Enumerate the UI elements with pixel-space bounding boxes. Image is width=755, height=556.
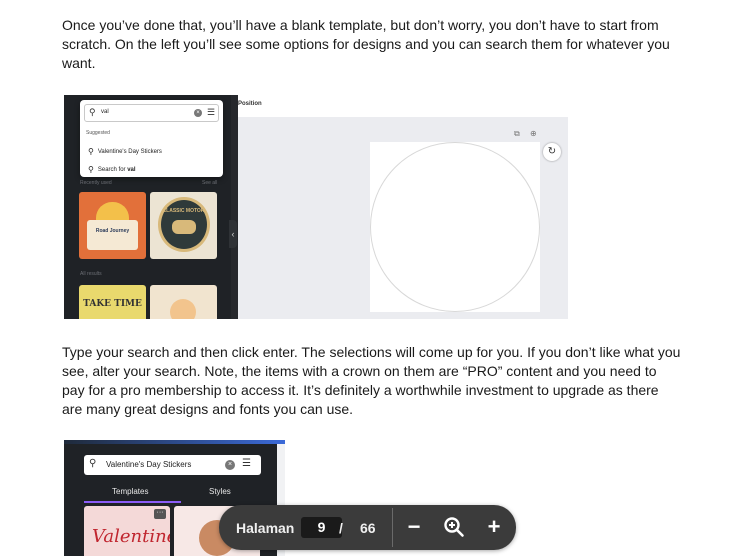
template-thumbnail[interactable]: [150, 285, 217, 319]
all-results-label: All results: [80, 271, 102, 277]
template-thumbnail[interactable]: Road Journey: [79, 192, 146, 259]
position-button[interactable]: Position: [238, 101, 262, 107]
tab-templates[interactable]: Templates: [112, 487, 148, 496]
filter-icon[interactable]: ☰: [207, 107, 215, 118]
search-dropdown: ⚲ val × ☰ Suggested ⚲ Valentine's Day Sti…: [80, 100, 223, 177]
collapse-handle[interactable]: ‹: [229, 220, 237, 248]
suggestion-item[interactable]: ⚲ Search for val: [88, 165, 136, 174]
template-card[interactable]: ··· Valentine: [84, 506, 170, 556]
template-thumbnail[interactable]: TAKE TIME: [79, 285, 146, 319]
search-input[interactable]: ⚲ val × ☰: [84, 104, 219, 122]
suggestion-item[interactable]: ⚲ Valentine's Day Stickers: [88, 147, 162, 156]
circle-frame: [370, 142, 540, 312]
canva-screenshot-search: ⚲ val × ☰ Suggested ⚲ Valentine's Day Sti…: [64, 95, 568, 319]
panel-edge: [231, 95, 238, 319]
search-value: val: [101, 109, 109, 115]
active-tab-indicator: [84, 501, 181, 503]
search-icon: ⚲: [89, 107, 96, 117]
motor-shape: [172, 220, 196, 234]
divider: [392, 508, 393, 547]
search-icon: ⚲: [88, 147, 94, 156]
thumbnail-text: TAKE TIME: [83, 299, 142, 309]
thumbnail-text: CLASSIC MOTOR: [162, 208, 205, 214]
suggested-heading: Suggested: [86, 130, 110, 136]
plus-icon[interactable]: +: [481, 514, 507, 540]
tab-styles[interactable]: Styles: [209, 487, 231, 496]
sun-shape: [170, 299, 196, 319]
design-canvas[interactable]: [370, 142, 540, 312]
see-all-link[interactable]: See all: [202, 180, 217, 186]
search-value: Valentine's Day Stickers: [106, 460, 192, 469]
page-separator: /: [339, 520, 343, 536]
zoom-icon[interactable]: [441, 514, 467, 540]
top-accent-bar: [64, 440, 285, 444]
search-icon: ⚲: [88, 165, 94, 174]
page-navigator: Halaman 9 / 66 − +: [219, 505, 516, 550]
sun-shape: [96, 202, 129, 222]
refresh-icon[interactable]: ↻: [543, 143, 561, 161]
current-page-input[interactable]: 9: [301, 517, 342, 538]
card-text: Valentine: [92, 526, 170, 547]
badge-panel: [87, 220, 138, 250]
search-input[interactable]: ⚲ Valentine's Day Stickers × ☰: [84, 455, 261, 475]
filter-icon[interactable]: ☰: [242, 458, 251, 469]
add-page-icon[interactable]: ⊕: [530, 129, 537, 138]
search-icon: ⚲: [89, 458, 97, 469]
side-panel: ⚲ val × ☰ Suggested ⚲ Valentine's Day Sti…: [64, 95, 231, 319]
minus-icon[interactable]: −: [401, 514, 427, 540]
more-options-icon[interactable]: ···: [154, 509, 166, 519]
page-label: Halaman: [236, 520, 295, 536]
search-paragraph: Type your search and then click enter. T…: [62, 344, 681, 417]
thumbnail-text: Road Journey: [95, 228, 130, 234]
template-thumbnail[interactable]: CLASSIC MOTOR: [150, 192, 217, 259]
intro-paragraph: Once you’ve done that, you’ll have a bla…: [62, 17, 670, 71]
duplicate-icon[interactable]: ⧉: [514, 129, 520, 139]
editor-toolbar: Position: [238, 95, 568, 117]
total-pages: 66: [360, 520, 376, 536]
clear-icon[interactable]: ×: [225, 460, 235, 470]
recently-used-label: Recently used: [80, 180, 112, 186]
clear-icon[interactable]: ×: [194, 109, 202, 117]
